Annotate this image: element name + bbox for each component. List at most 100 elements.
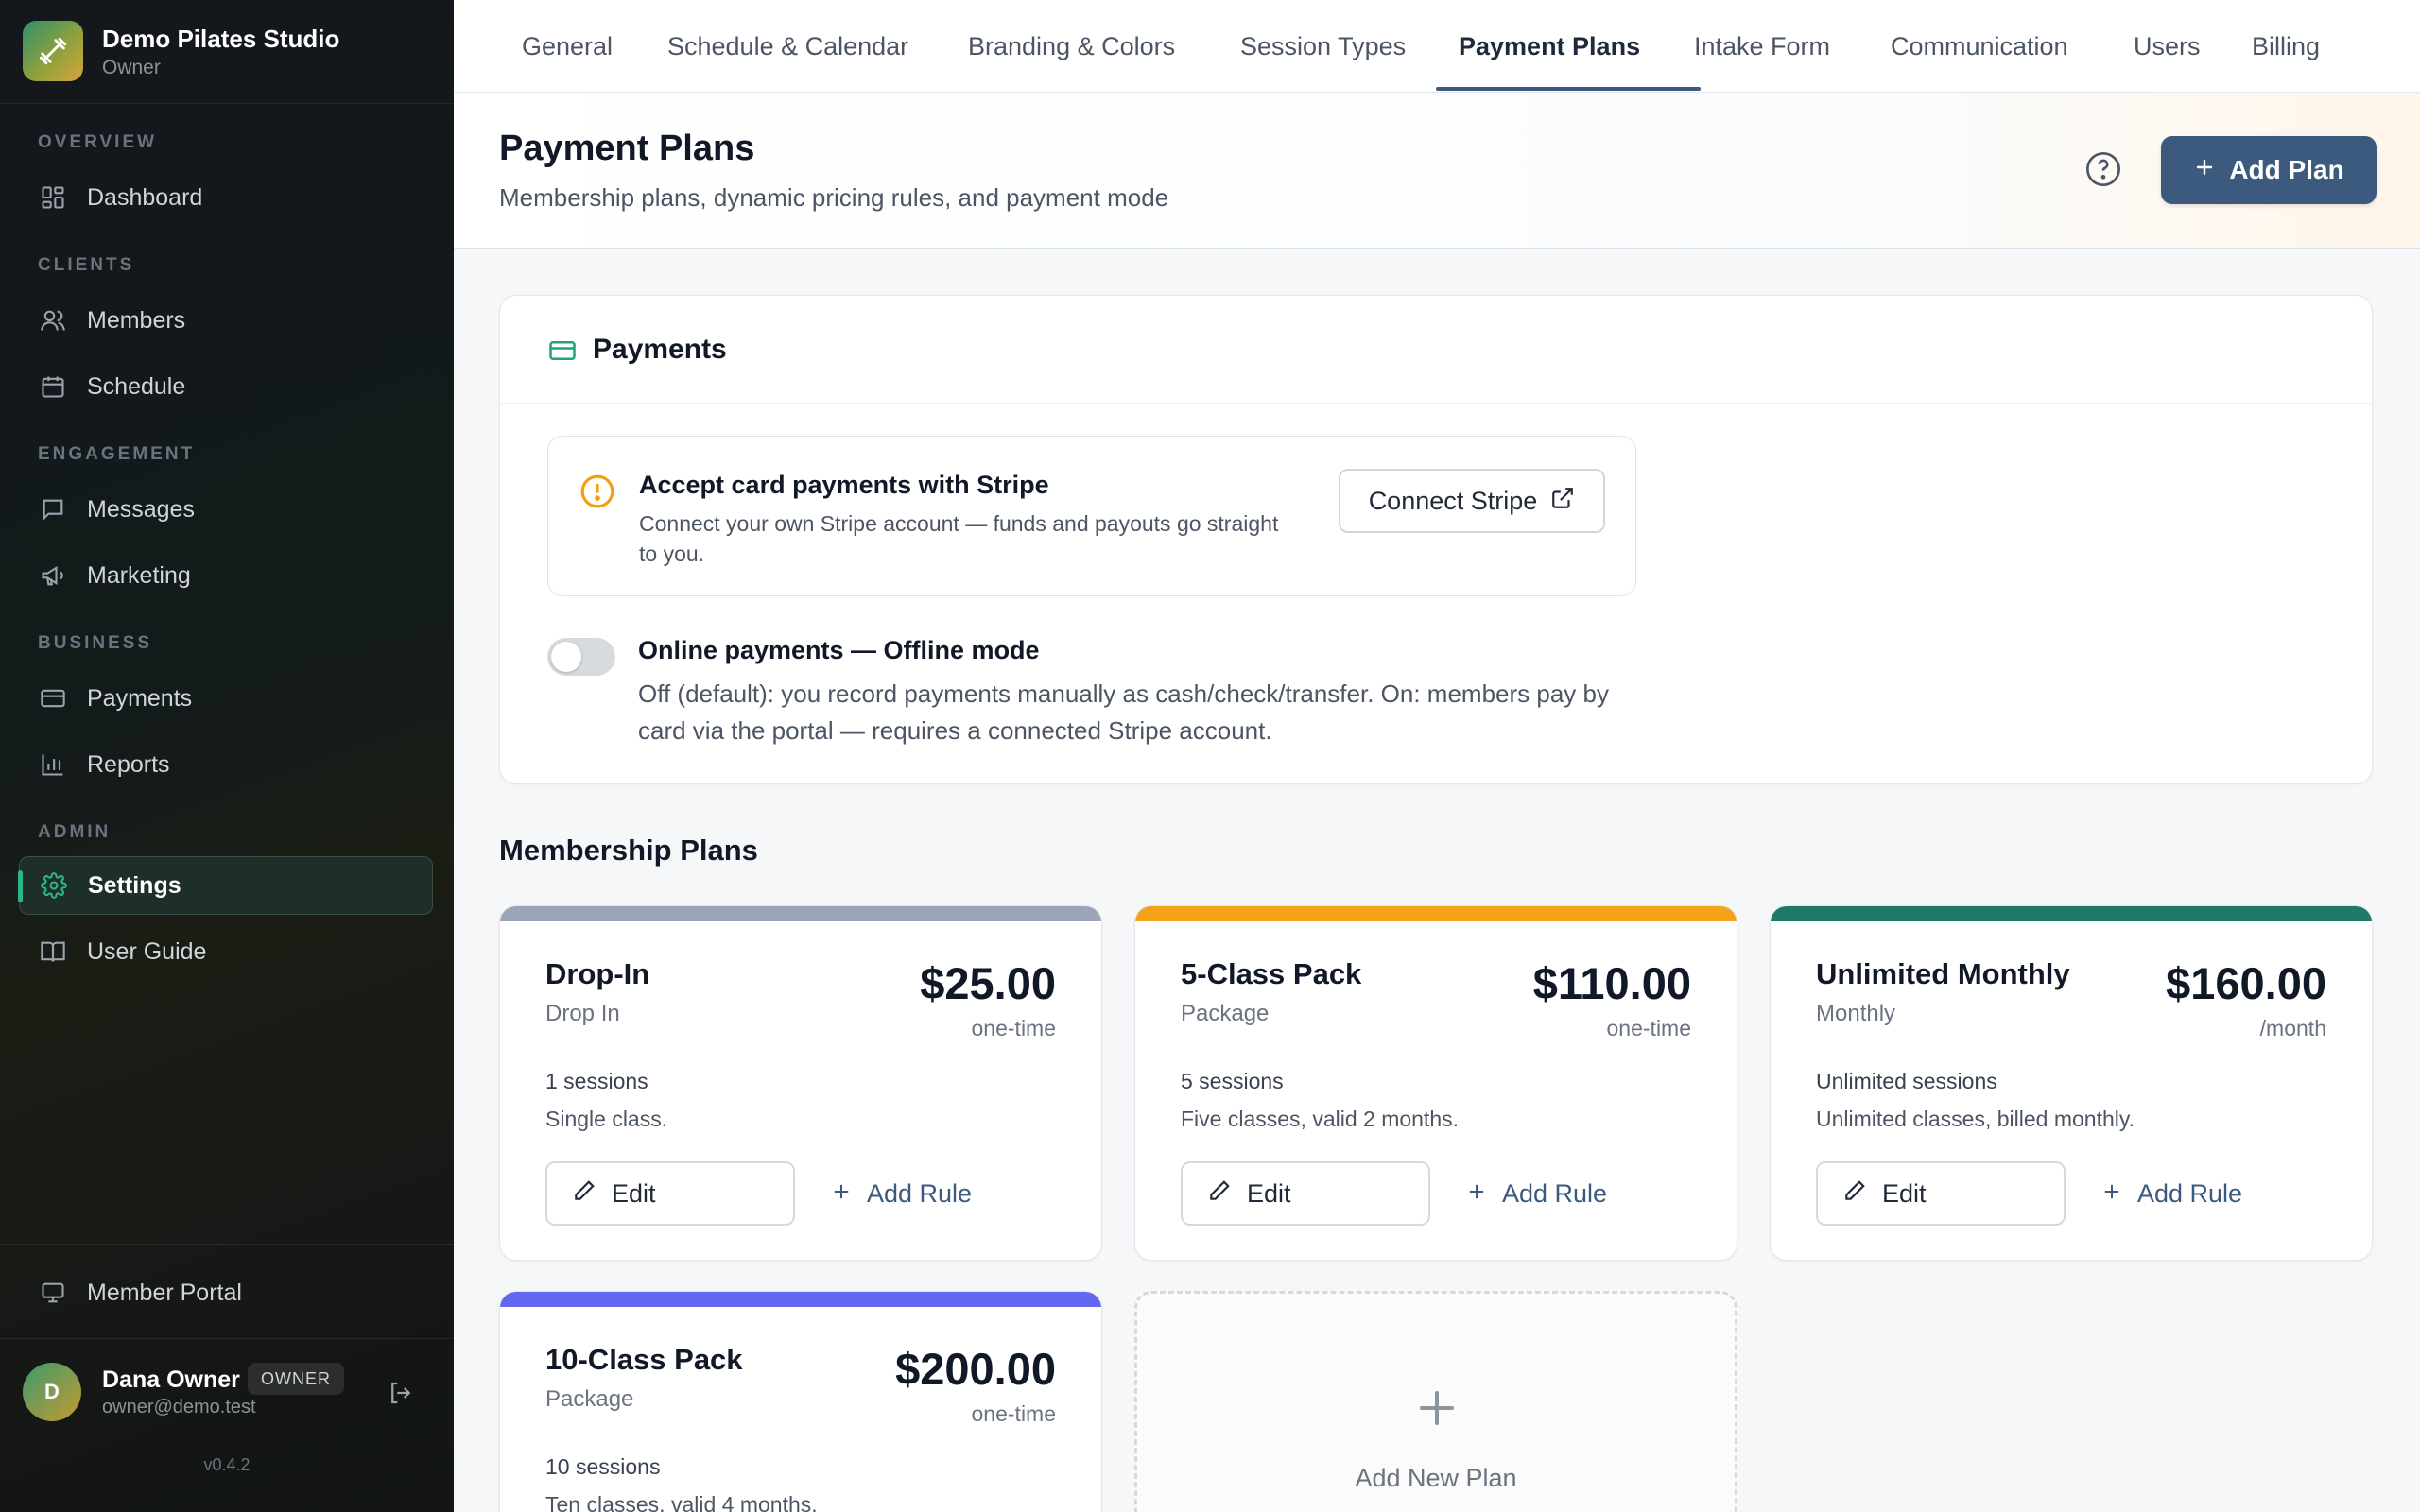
avatar: D <box>23 1363 81 1421</box>
tab-intake-form[interactable]: Intake Form <box>1694 0 1830 93</box>
plan-type: Monthly <box>1816 1001 1896 1026</box>
role-badge: OWNER <box>248 1363 344 1395</box>
studio-name: Demo Pilates Studio <box>102 25 340 53</box>
sidebar-item-label: User Guide <box>87 937 207 965</box>
tab-general[interactable]: General <box>522 0 613 93</box>
stripe-connect-notice: Accept card payments with Stripe Connect… <box>547 436 1636 596</box>
sidebar-item-user-guide[interactable]: User Guide <box>19 922 433 981</box>
plus-icon <box>2193 155 2216 185</box>
sidebar-divider <box>0 1244 454 1245</box>
plan-sessions: 5 sessions <box>1181 1069 1284 1093</box>
pencil-icon <box>572 1178 596 1210</box>
megaphone-icon <box>38 560 68 591</box>
plus-icon <box>2101 1179 2122 1209</box>
plan-card-10-class-pack: 10-Class Pack Package $200.00 one-time 1… <box>499 1291 1102 1512</box>
add-rule-button[interactable]: Add Rule <box>831 1161 972 1226</box>
add-rule-label: Add Rule <box>867 1178 973 1208</box>
studio-role: Owner <box>102 57 161 78</box>
tab-session-types[interactable]: Session Types <box>1240 0 1406 93</box>
plan-sessions: Unlimited sessions <box>1816 1069 1997 1093</box>
add-rule-button[interactable]: Add Rule <box>1466 1161 1607 1226</box>
plan-card-drop-in: Drop-In Drop In $25.00 one-time 1 sessio… <box>499 905 1102 1261</box>
plan-period: one-time <box>971 1016 1056 1040</box>
plus-icon <box>1466 1179 1487 1209</box>
plan-type: Package <box>1181 1001 1270 1026</box>
online-payments-title: Online payments — Offline mode <box>638 636 1040 664</box>
section-label-business: BUSINESS <box>38 633 153 653</box>
tab-branding-colors[interactable]: Branding & Colors <box>968 0 1175 93</box>
tab-billing[interactable]: Billing <box>2252 0 2320 93</box>
payments-title: Payments <box>593 334 727 365</box>
sidebar: Demo Pilates Studio Owner OVERVIEW Dashb… <box>0 0 454 1512</box>
page-subtitle: Membership plans, dynamic pricing rules,… <box>499 183 1169 212</box>
sidebar-divider <box>0 1338 454 1339</box>
tab-users[interactable]: Users <box>2134 0 2201 93</box>
section-label-engagement: ENGAGEMENT <box>38 444 196 464</box>
plan-description: Single class. <box>545 1107 668 1131</box>
credit-card-icon <box>38 683 68 713</box>
sidebar-item-label: Marketing <box>87 561 191 589</box>
add-new-plan-card[interactable]: Add New Plan <box>1134 1291 1737 1512</box>
section-label-admin: ADMIN <box>38 822 112 842</box>
pencil-icon <box>1207 1178 1232 1210</box>
tab-payment-plans[interactable]: Payment Plans <box>1459 0 1640 93</box>
connect-stripe-button[interactable]: Connect Stripe <box>1339 469 1605 533</box>
sidebar-item-label: Settings <box>88 871 182 899</box>
external-link-icon <box>1550 486 1575 517</box>
plan-period: /month <box>2259 1016 2326 1040</box>
section-label-clients: CLIENTS <box>38 255 135 275</box>
sidebar-item-payments[interactable]: Payments <box>19 669 433 728</box>
dashboard-icon <box>38 182 68 213</box>
plan-description: Unlimited classes, billed monthly. <box>1816 1107 2135 1131</box>
sidebar-item-label: Schedule <box>87 372 186 400</box>
sidebar-item-marketing[interactable]: Marketing <box>19 546 433 605</box>
plan-color-bar <box>500 1292 1101 1307</box>
sidebar-item-label: Members <box>87 306 186 334</box>
payments-card: Payments Accept card payments with Strip… <box>499 295 2373 784</box>
add-rule-label: Add Rule <box>1502 1178 1608 1208</box>
plan-description: Five classes, valid 2 months. <box>1181 1107 1460 1131</box>
membership-plans-heading: Membership Plans <box>499 833 758 867</box>
plan-color-bar <box>1771 906 2372 921</box>
settings-tabs: General Schedule & Calendar Branding & C… <box>454 0 2420 93</box>
plan-price: $200.00 <box>895 1344 1056 1394</box>
plan-period: one-time <box>1606 1016 1691 1040</box>
credit-card-icon <box>547 335 578 366</box>
monitor-icon <box>38 1278 68 1308</box>
tab-communication[interactable]: Communication <box>1891 0 2068 93</box>
tab-schedule-calendar[interactable]: Schedule & Calendar <box>667 0 908 93</box>
plan-type: Package <box>545 1386 634 1412</box>
stripe-description: Connect your own Stripe account — funds … <box>639 511 1279 566</box>
stripe-title: Accept card payments with Stripe <box>639 471 1049 499</box>
edit-plan-button[interactable]: Edit <box>1816 1161 2066 1226</box>
add-plan-label: Add Plan <box>2229 155 2344 184</box>
sidebar-item-label: Payments <box>87 684 193 712</box>
logout-icon[interactable] <box>384 1376 418 1410</box>
active-tab-indicator <box>1436 87 1701 91</box>
message-icon <box>38 494 68 524</box>
calendar-icon <box>38 371 68 402</box>
sidebar-item-reports[interactable]: Reports <box>19 735 433 794</box>
add-plan-button[interactable]: Add Plan <box>2161 136 2377 204</box>
online-payments-toggle[interactable] <box>547 638 615 676</box>
sidebar-item-label: Member Portal <box>87 1279 242 1306</box>
edit-plan-button[interactable]: Edit <box>1181 1161 1430 1226</box>
sidebar-item-messages[interactable]: Messages <box>19 480 433 539</box>
plan-card-unlimited-monthly: Unlimited Monthly Monthly $160.00 /month… <box>1770 905 2373 1261</box>
sidebar-item-settings[interactable]: Settings <box>18 856 433 915</box>
sidebar-item-schedule[interactable]: Schedule <box>19 357 433 416</box>
payments-card-header: Payments <box>500 296 2372 404</box>
plan-sessions: 10 sessions <box>545 1454 661 1479</box>
user-name: Dana Owner <box>102 1366 240 1393</box>
page-title: Payment Plans <box>499 129 755 168</box>
plan-period: one-time <box>971 1401 1056 1426</box>
plus-icon <box>1413 1384 1461 1432</box>
plan-sessions: 1 sessions <box>545 1069 648 1093</box>
edit-plan-button[interactable]: Edit <box>545 1161 795 1226</box>
alert-circle-icon <box>579 472 616 510</box>
sidebar-item-member-portal[interactable]: Member Portal <box>19 1263 433 1322</box>
add-rule-button[interactable]: Add Rule <box>2101 1161 2242 1226</box>
sidebar-item-members[interactable]: Members <box>19 291 433 350</box>
help-icon[interactable] <box>2083 149 2123 189</box>
sidebar-item-dashboard[interactable]: Dashboard <box>19 168 433 227</box>
